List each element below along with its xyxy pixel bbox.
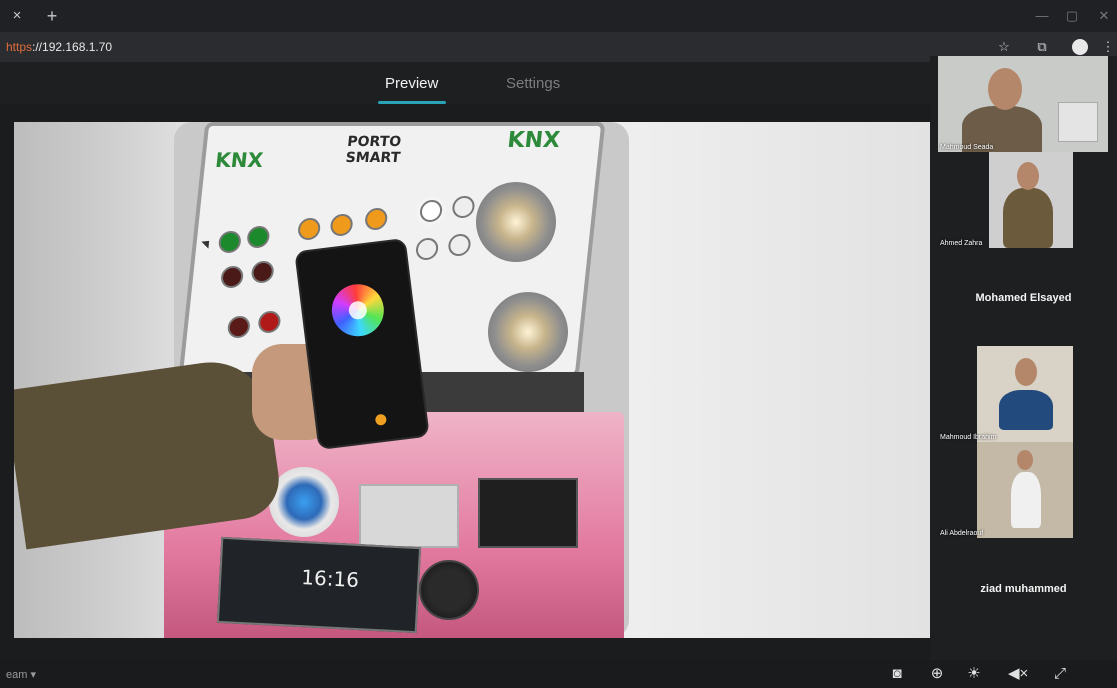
knx-logo-left: KNX bbox=[214, 148, 265, 172]
bottom-toolbar: eam ▾ ◙ ⊕ ☀ ◀× ⤢ bbox=[0, 660, 1117, 688]
color-wheel bbox=[328, 281, 387, 340]
url-scheme: https bbox=[6, 40, 33, 54]
star-icon[interactable]: ☆ bbox=[996, 39, 1012, 55]
light3-button bbox=[414, 238, 440, 260]
touch-display: 16:16 bbox=[216, 536, 422, 634]
rotary-knob bbox=[419, 560, 479, 620]
ring-light bbox=[269, 467, 339, 537]
fan-speed1-button bbox=[296, 218, 322, 240]
close-window-icon[interactable]: ✕ bbox=[1094, 6, 1114, 26]
tab-preview[interactable]: Preview bbox=[385, 75, 438, 92]
url-text[interactable]: https://192.168.1.70 bbox=[6, 40, 112, 54]
light2-button bbox=[451, 196, 476, 218]
participant-tile[interactable]: Ahmed Zahra bbox=[938, 152, 1073, 248]
participant-name: Ali Abdelraouf bbox=[940, 530, 984, 537]
dimming-downlight bbox=[476, 182, 556, 262]
phone-indicator-dot bbox=[374, 413, 388, 426]
display-clock: 16:16 bbox=[300, 565, 360, 593]
dali-downlight bbox=[488, 292, 568, 372]
avatar bbox=[999, 390, 1053, 430]
light1-button bbox=[418, 200, 444, 222]
white-switch bbox=[359, 484, 459, 548]
tab-strip: × + — ▢ ✕ bbox=[0, 0, 1117, 32]
avatar-head bbox=[1017, 162, 1039, 190]
participant-tile[interactable]: Mahmoud Ibrahim bbox=[938, 346, 1073, 442]
camera-icon[interactable]: ◙ bbox=[887, 664, 907, 684]
color-wheel-center bbox=[347, 300, 368, 321]
participant-name: Ahmed Zahra bbox=[940, 240, 983, 247]
fan-speed2-button bbox=[329, 214, 354, 236]
light-icon[interactable]: ☀ bbox=[964, 664, 984, 684]
background-panel bbox=[1058, 102, 1098, 142]
participants-panel: Mahmoud Seada Ahmed Zahra Mohamed Elsaye… bbox=[930, 56, 1117, 660]
minimize-icon[interactable]: — bbox=[1032, 6, 1052, 26]
puzzle-icon[interactable]: ⧉ bbox=[1034, 39, 1050, 55]
avatar bbox=[1011, 472, 1041, 528]
new-tab-button[interactable]: + bbox=[42, 6, 62, 26]
black-switch bbox=[478, 478, 578, 548]
avatar-head bbox=[1015, 358, 1037, 386]
restore-icon[interactable]: ▢ bbox=[1062, 6, 1082, 26]
participant-tile[interactable]: Ali Abdelraouf bbox=[938, 442, 1073, 538]
url-host: ://192.168.1.70 bbox=[32, 40, 113, 54]
video-stage: KNX KNX PORTO SMART 16:16 bbox=[0, 104, 940, 660]
curtain-close-button bbox=[250, 261, 275, 283]
door-lock-button bbox=[257, 311, 282, 333]
participant-video bbox=[989, 152, 1073, 248]
volume-mute-icon[interactable]: ◀× bbox=[1008, 664, 1028, 684]
participant-name: Mahmoud Ibrahim bbox=[940, 434, 997, 441]
avatar-head bbox=[988, 68, 1022, 110]
shutter-up-button bbox=[217, 231, 242, 253]
participant-name: ziad muhammed bbox=[980, 583, 1067, 595]
fan-speed3-button bbox=[364, 208, 389, 230]
stream-selector[interactable]: eam ▾ bbox=[6, 668, 36, 681]
curtain-open-button bbox=[246, 226, 271, 248]
zoom-in-icon[interactable]: ⊕ bbox=[927, 664, 947, 684]
close-tab-icon[interactable]: × bbox=[8, 7, 26, 25]
kebab-icon[interactable]: ⋮ bbox=[1100, 39, 1116, 55]
tab-settings[interactable]: Settings bbox=[506, 75, 560, 92]
shutter-down-button bbox=[219, 266, 245, 288]
camera-video[interactable]: KNX KNX PORTO SMART 16:16 bbox=[14, 122, 932, 638]
avatar-icon[interactable] bbox=[1072, 39, 1088, 55]
light4-button bbox=[447, 234, 472, 256]
porto-smart-logo: PORTO SMART bbox=[344, 134, 402, 166]
view-tabs: Preview Settings bbox=[0, 62, 940, 104]
participant-video bbox=[977, 346, 1073, 442]
participant-name: Mohamed Elsayed bbox=[975, 292, 1072, 304]
siren-button bbox=[226, 316, 252, 338]
participant-tile[interactable]: Mahmoud Seada bbox=[938, 56, 1108, 152]
knx-partner-logo: KNX bbox=[506, 128, 562, 153]
avatar-head bbox=[1017, 450, 1033, 470]
participant-video bbox=[977, 442, 1073, 538]
avatar bbox=[1003, 188, 1053, 248]
fullscreen-icon[interactable]: ⤢ bbox=[1050, 664, 1070, 684]
participant-name: Mahmoud Seada bbox=[940, 144, 994, 151]
